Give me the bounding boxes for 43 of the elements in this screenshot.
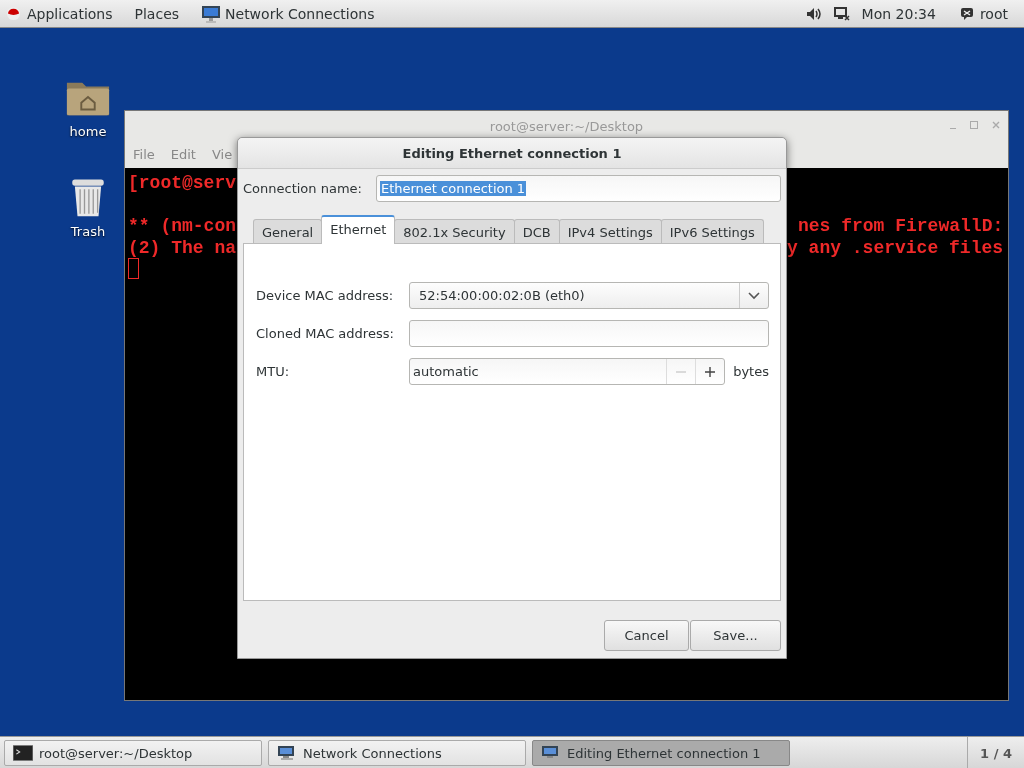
dialog-button[interactable]: Save... [690, 620, 781, 651]
tab[interactable]: 802.1x Security [394, 219, 515, 244]
spin-field[interactable]: automatic [409, 358, 726, 385]
dialog-button[interactable]: Cancel [604, 620, 689, 651]
terminal-line: [root@serv [128, 172, 237, 194]
dropdown[interactable]: 52:54:00:00:02:0B (eth0) [409, 282, 769, 309]
terminal-line: ** (nm-con [128, 215, 237, 237]
chat-bubble-icon [959, 7, 974, 20]
tab[interactable]: IPv6 Settings [660, 219, 764, 244]
monitor-icon [277, 745, 297, 761]
field-label: Connection name: [243, 181, 362, 196]
terminal-line: y any .service files [787, 237, 1004, 259]
taskbar-item[interactable]: Network Connections [268, 740, 526, 766]
tab[interactable]: IPv4 Settings [558, 219, 662, 244]
hat-logo-icon [6, 6, 21, 21]
monitor-icon [541, 745, 561, 761]
tab[interactable]: Ethernet [321, 215, 396, 244]
app-menu[interactable]: Network Connections [201, 4, 375, 23]
field-label: Cloned MAC address: [256, 326, 395, 341]
input-field[interactable] [409, 320, 769, 347]
field-label: Device MAC address: [256, 288, 395, 303]
desktop-icon-label[interactable]: Trash [70, 224, 106, 239]
top-menu[interactable]: Applications [27, 5, 113, 22]
desktop-icon-label[interactable]: home [69, 124, 107, 139]
chevron-down-icon [748, 291, 760, 300]
terminal-icon [13, 745, 33, 761]
network-offline-icon[interactable] [833, 6, 850, 21]
clock[interactable]: Mon 20:34 [861, 5, 936, 22]
terminal-line: (2) The na [128, 237, 237, 259]
taskbar-item[interactable]: root@server:~/Desktop [4, 740, 262, 766]
terminal-line: nes from FirewallD: [798, 215, 1004, 237]
window-title: root@server:~/Desktop [489, 118, 644, 134]
top-menu[interactable]: Places [134, 5, 180, 22]
field-label: MTU: [256, 364, 291, 379]
monitor-icon [201, 4, 222, 23]
taskbar-item[interactable]: Editing Ethernet connection 1 [532, 740, 790, 766]
workspace-indicator[interactable]: 1 / 4 [967, 737, 1024, 768]
dialog-title: Editing Ethernet connection 1 [238, 138, 786, 169]
plus-icon[interactable] [704, 365, 717, 378]
text-cursor [128, 258, 139, 279]
user-menu[interactable]: root [959, 5, 1008, 22]
unit-label: bytes [733, 364, 769, 379]
volume-icon[interactable] [805, 6, 822, 21]
